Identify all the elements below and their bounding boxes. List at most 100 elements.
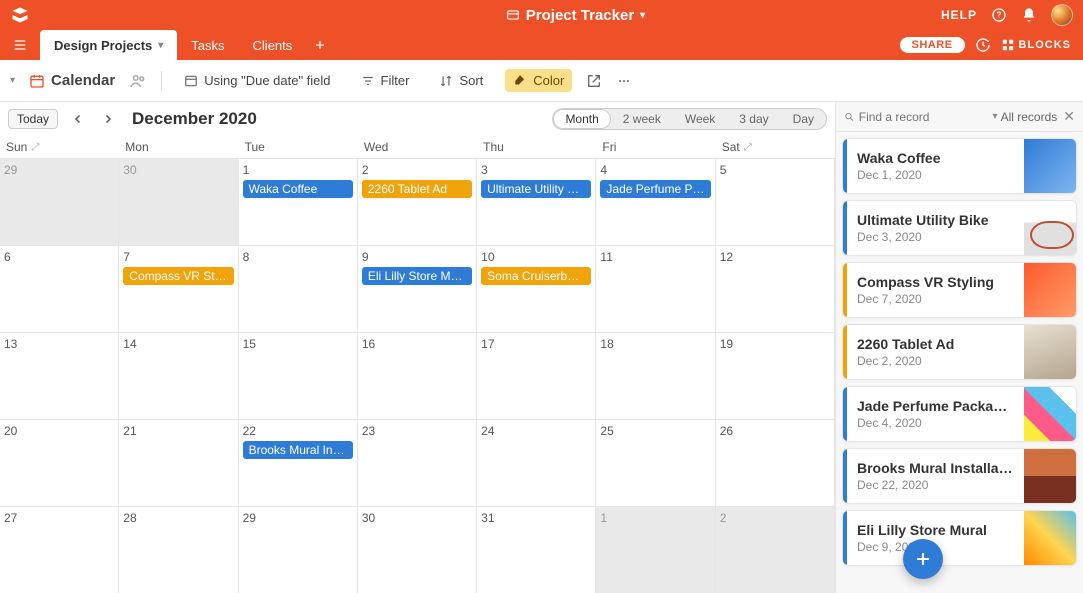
expand-column-icon[interactable]: ⤢ [744,142,752,153]
record-card[interactable]: Compass VR StylingDec 7, 2020 [842,262,1077,318]
record-search[interactable] [844,110,987,124]
calendar-day-cell[interactable]: 12 [716,245,835,332]
record-card[interactable]: Jade Perfume PackagingDec 4, 2020 [842,386,1077,442]
next-month-button[interactable] [98,111,118,127]
chevron-down-icon[interactable]: ▾ [640,10,645,21]
day-number: 7 [123,250,233,264]
calendar-event[interactable]: Waka Coffee [243,180,353,198]
close-sidebar-icon[interactable]: ✕ [1063,108,1075,125]
calendar-day-cell[interactable]: 2 [716,506,835,593]
calendar-event[interactable]: Eli Lilly Store Mural [362,267,472,285]
record-card[interactable]: Ultimate Utility BikeDec 3, 2020 [842,200,1077,256]
view-range-option[interactable]: Week [673,109,727,129]
view-range-option[interactable]: Day [781,109,826,129]
add-table-button[interactable] [306,38,334,52]
day-number: 31 [481,511,591,525]
collaborators-icon[interactable] [129,72,147,90]
calendar-day-cell[interactable]: 10Soma Cruiserboard [477,245,596,332]
calendar-day-cell[interactable]: 16 [358,332,477,419]
user-avatar[interactable] [1051,4,1073,26]
help-icon[interactable]: ? [991,7,1007,23]
calendar-day-cell[interactable]: 24 [477,419,596,506]
records-filter[interactable]: ▾ All records [993,110,1058,124]
record-search-input[interactable] [859,110,987,124]
view-range-switch: Month2 weekWeek3 dayDay [552,108,827,130]
record-title: Compass VR Styling [857,274,1014,290]
calendar-day-cell[interactable]: 30 [358,506,477,593]
record-card[interactable]: Waka CoffeeDec 1, 2020 [842,138,1077,194]
view-range-option[interactable]: Month [553,109,610,129]
record-title: 2260 Tablet Ad [857,336,1014,352]
calendar-day-cell[interactable]: 8 [239,245,358,332]
view-name[interactable]: Calendar [29,72,115,89]
calendar-day-cell[interactable]: 6 [0,245,119,332]
notifications-icon[interactable] [1021,7,1037,23]
more-options-icon[interactable] [616,73,632,89]
calendar-day-cell[interactable]: 27 [0,506,119,593]
chevron-down-icon: ▾ [158,40,163,51]
calendar-event[interactable]: Soma Cruiserboard [481,267,591,285]
app-logo-icon[interactable] [10,5,30,25]
views-sidebar-toggle-icon[interactable]: ▾ [10,75,15,86]
calendar-day-cell[interactable]: 31 [477,506,596,593]
filter-button[interactable]: Filter [353,69,418,92]
table-tab[interactable]: Tasks [177,30,238,60]
base-title[interactable]: Project Tracker [526,7,634,24]
base-icon [506,8,520,22]
day-number: 26 [720,424,830,438]
expand-column-icon[interactable]: ⤢ [31,142,39,153]
share-view-icon[interactable] [586,73,602,89]
calendar-event[interactable]: 2260 Tablet Ad [362,180,472,198]
calendar-day-cell[interactable]: 9Eli Lilly Store Mural [358,245,477,332]
search-icon [844,111,855,123]
calendar-event[interactable]: Compass VR Styli... [123,267,233,285]
sort-button[interactable]: Sort [431,69,491,92]
calendar-day-cell[interactable]: 20 [0,419,119,506]
calendar-event[interactable]: Jade Perfume Pac... [600,180,710,198]
calendar-day-cell[interactable]: 7 Compass VR Styli... [119,245,238,332]
calendar-day-cell[interactable]: 26 [716,419,835,506]
calendar-day-cell[interactable]: 17 [477,332,596,419]
date-field-selector[interactable]: Using "Due date" field [176,69,338,92]
calendar-day-cell[interactable]: 18 [596,332,715,419]
view-range-option[interactable]: 3 day [727,109,780,129]
calendar-day-cell[interactable]: 19 [716,332,835,419]
calendar-day-cell[interactable]: 13 [0,332,119,419]
blocks-button[interactable]: BLOCKS [1001,38,1071,52]
table-tab-label: Design Projects [54,38,152,53]
calendar-event[interactable]: Ultimate Utility Bike [481,180,591,198]
share-button[interactable]: SHARE [900,37,965,53]
view-range-option[interactable]: 2 week [611,109,673,129]
record-card[interactable]: 2260 Tablet AdDec 2, 2020 [842,324,1077,380]
table-tab[interactable]: Clients [239,30,307,60]
today-button[interactable]: Today [8,109,58,129]
calendar-day-cell[interactable]: 30 [119,158,238,245]
calendar-day-cell[interactable]: 15 [239,332,358,419]
color-button[interactable]: Color [505,69,572,92]
calendar-day-cell[interactable]: 14 [119,332,238,419]
calendar-day-cell[interactable]: 1Waka Coffee [239,158,358,245]
calendar-day-cell[interactable]: 4Jade Perfume Pac... [596,158,715,245]
menu-icon[interactable] [0,37,40,53]
add-record-fab[interactable] [903,539,943,579]
calendar-day-cell[interactable]: 29 [239,506,358,593]
help-link[interactable]: HELP [941,8,977,22]
calendar-day-cell[interactable]: 25 [596,419,715,506]
calendar-day-cell[interactable]: 28 [119,506,238,593]
day-number: 12 [720,250,830,264]
record-card[interactable]: Brooks Mural InstallationDec 22, 2020 [842,448,1077,504]
calendar-day-cell[interactable]: 21 [119,419,238,506]
record-card[interactable]: Eli Lilly Store MuralDec 9, 2020 [842,510,1077,566]
calendar-day-cell[interactable]: 5 [716,158,835,245]
calendar-event[interactable]: Brooks Mural Inst... [243,441,353,459]
calendar-day-cell[interactable]: 23 [358,419,477,506]
calendar-day-cell[interactable]: 1 [596,506,715,593]
calendar-day-cell[interactable]: 29 [0,158,119,245]
calendar-day-cell[interactable]: 22Brooks Mural Inst... [239,419,358,506]
history-icon[interactable] [975,37,991,53]
calendar-day-cell[interactable]: 3Ultimate Utility Bike [477,158,596,245]
prev-month-button[interactable] [68,111,88,127]
calendar-day-cell[interactable]: 11 [596,245,715,332]
calendar-day-cell[interactable]: 22260 Tablet Ad [358,158,477,245]
table-tab[interactable]: Design Projects ▾ [40,30,177,60]
